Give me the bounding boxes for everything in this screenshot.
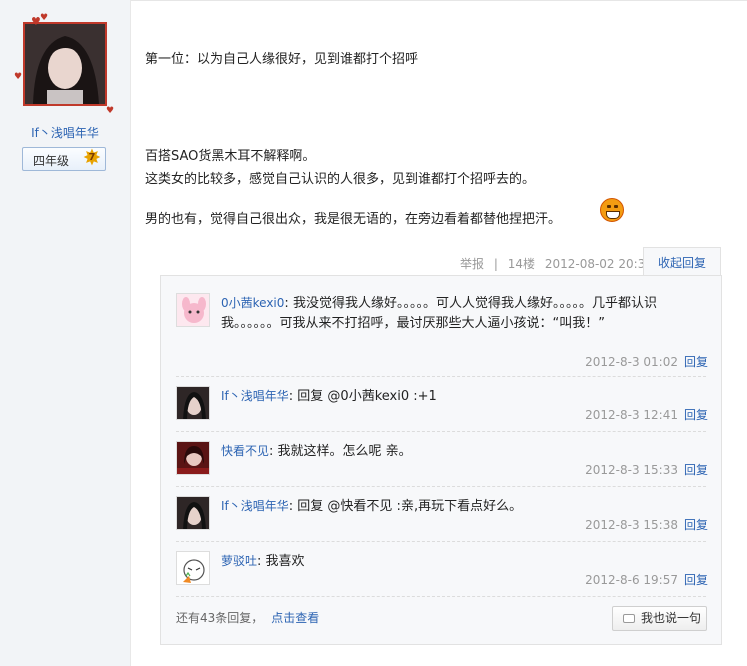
reply-item: 快看不见: 我就这样。怎么呢 亲。 2012-8-3 15:33 回复 [176,441,708,486]
reply-username[interactable]: If丶浅唱年华 [221,389,289,403]
reply-time: 2012-8-3 12:41 [585,408,678,422]
reply-time: 2012-8-3 15:38 [585,518,678,532]
reply-item: If丶浅唱年华: 回复 @0小茜kexi0 :+1 2012-8-3 12:41… [176,386,708,431]
reply-time: 2012-8-6 19:57 [585,573,678,587]
reply-divider [176,486,706,488]
floor-number: 14楼 [507,257,535,271]
reply-footer: 2012-8-3 15:38 回复 [585,516,708,533]
reply-button[interactable]: 回复 [684,463,708,477]
reply-avatar[interactable] [176,386,210,420]
grade-level: 7 [88,152,96,163]
reply-colon: : [288,499,294,514]
reply-text-block: 萝驳吐: 我喜欢 [221,551,706,572]
author-avatar-frame[interactable]: ♥ ♥ ♥ ♥ [14,13,114,116]
reply-divider [176,541,706,543]
reply-button[interactable]: 回复 [684,573,708,587]
reply-avatar[interactable] [176,293,210,327]
reply-divider [176,376,706,378]
say-something-label: 我也说一句 [641,611,702,625]
author-sidebar: ♥ ♥ ♥ ♥ If丶浅唱年华 四年级 ✸ 7 [0,0,131,666]
reply-panel: 0小茜kexi0: 我没觉得我人缘好。。。。。可人人觉得我人缘好。。。。。几乎都… [160,275,722,645]
reply-divider [176,431,706,433]
reply-content: 我就这样。怎么呢 亲。 [277,444,412,459]
reply-username[interactable]: 萝驳吐 [221,554,257,568]
reply-text-block: If丶浅唱年华: 回复 @0小茜kexi0 :+1 [221,386,706,407]
reply-footer: 2012-8-3 01:02 回复 [585,353,708,370]
grade-label: 四年级 [33,154,70,168]
reply-content: 我喜欢 [265,554,305,569]
reply-footer: 2012-8-3 12:41 回复 [585,406,708,423]
reply-username[interactable]: 快看不见 [221,444,269,458]
reply-time: 2012-8-3 01:02 [585,355,678,369]
reply-button[interactable]: 回复 [684,518,708,532]
reply-avatar[interactable] [176,441,210,475]
reply-colon: : [257,554,262,569]
reply-text-block: 快看不见: 我就这样。怎么呢 亲。 [221,441,706,462]
reply-colon: : [288,389,294,404]
reply-text-block: 0小茜kexi0: 我没觉得我人缘好。。。。。可人人觉得我人缘好。。。。。几乎都… [221,293,706,334]
reply-divider [176,596,706,598]
author-username[interactable]: If丶浅唱年华 [0,124,130,141]
reply-username[interactable]: 0小茜kexi0 [221,296,284,310]
author-avatar-image [25,24,105,104]
reply-colon: : [284,296,289,311]
post-time: 2012-08-02 20:38 [544,257,653,271]
post-paragraph: 第一位：以为自己人缘很好，见到谁都打个招呼 [145,52,419,67]
reply-content: 回复 @快看不见 :亲,再玩下看点好么。 [297,499,523,514]
reply-item: 0小茜kexi0: 我没觉得我人缘好。。。。。可人人觉得我人缘好。。。。。几乎都… [176,293,708,373]
heart-icon: ♥ [106,106,115,116]
grin-emoji-icon [600,198,624,222]
post-meta: 举报 | 14楼 2012-08-02 20:38 [460,255,659,272]
more-replies: 还有43条回复， 点击查看 [176,609,319,626]
heart-icon: ♥ [14,72,23,82]
reply-content: 回复 @0小茜kexi0 :+1 [297,389,437,404]
reply-button[interactable]: 回复 [684,355,708,369]
comment-bubble-icon [623,614,635,623]
post-paragraph: 这类女的比较多，感觉自己认识的人很多，见到谁都打个招呼去的。 [145,172,536,187]
reply-footer: 2012-8-3 15:33 回复 [585,461,708,478]
reply-item: 萝驳吐: 我喜欢 2012-8-6 19:57 回复 [176,551,708,596]
post-paragraph: 百搭SAO货黑木耳不解释啊。 [145,149,316,164]
reply-item: If丶浅唱年华: 回复 @快看不见 :亲,再玩下看点好么。 2012-8-3 1… [176,496,708,541]
reply-colon: : [269,444,274,459]
collapse-replies-button[interactable]: 收起回复 [643,247,721,276]
reply-username[interactable]: If丶浅唱年华 [221,499,289,513]
reply-text-block: If丶浅唱年华: 回复 @快看不见 :亲,再玩下看点好么。 [221,496,706,517]
post-paragraph: 男的也有，觉得自己很出众，我是很无语的，在旁边看着都替他捏把汗。 [145,212,562,227]
reply-time: 2012-8-3 15:33 [585,463,678,477]
reply-avatar[interactable] [176,551,210,585]
meta-separator: | [493,257,498,271]
say-something-button[interactable]: 我也说一句 [612,606,707,631]
view-more-link[interactable]: 点击查看 [271,611,319,625]
reply-button[interactable]: 回复 [684,408,708,422]
author-grade-badge[interactable]: 四年级 ✸ 7 [22,147,106,171]
author-avatar[interactable] [23,22,107,106]
heart-icon: ♥ [40,13,49,23]
reply-footer: 2012-8-6 19:57 回复 [585,571,708,588]
report-link[interactable]: 举报 [460,257,484,271]
reply-avatar[interactable] [176,496,210,530]
more-replies-count: 还有43条回复， [176,611,264,625]
